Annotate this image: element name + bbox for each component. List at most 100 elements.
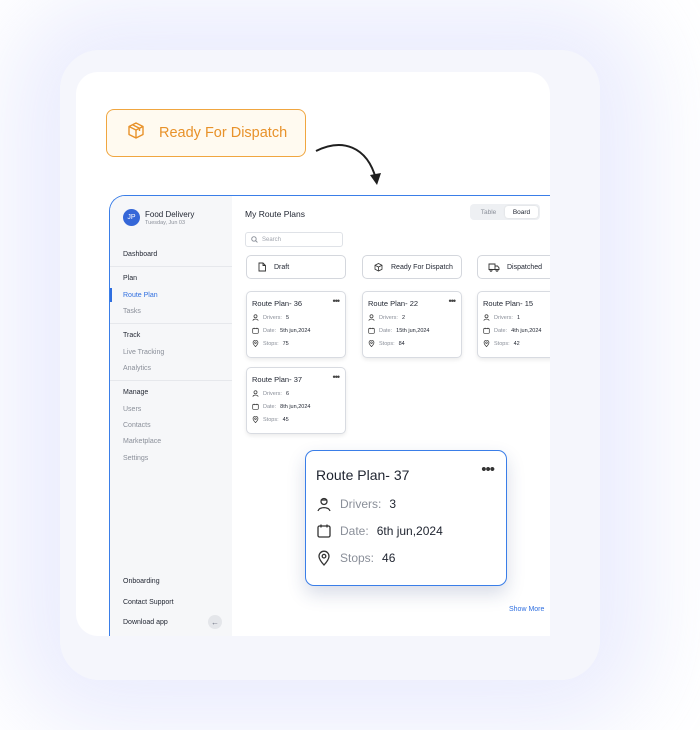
calendar-icon — [252, 327, 259, 334]
drivers-label: Drivers: — [340, 497, 382, 511]
curved-arrow-icon — [315, 144, 381, 185]
drivers-label: Drivers: — [379, 314, 398, 321]
drivers-label: Drivers: — [263, 314, 282, 321]
search-input[interactable]: Search — [245, 232, 343, 247]
drivers-value: 6 — [285, 390, 290, 397]
drivers-label: Drivers: — [263, 390, 282, 397]
calendar-icon — [252, 403, 259, 410]
drivers-value: 2 — [401, 314, 406, 321]
date-row: Date: 4th jun,2024 — [483, 327, 550, 334]
drivers-label: Drivers: — [494, 314, 513, 321]
location-pin-icon — [368, 340, 375, 347]
driver-icon — [252, 390, 259, 397]
column-label: Dispatched — [507, 263, 543, 271]
drivers-row: Drivers: 5 — [252, 314, 340, 321]
drivers-row: Drivers: 6 — [252, 390, 340, 397]
view-toggle: Table Board — [470, 204, 540, 220]
sidebar-item-analytics[interactable]: Analytics — [123, 365, 151, 372]
location-pin-icon — [252, 340, 259, 347]
drivers-value: 3 — [389, 497, 397, 511]
active-indicator — [110, 288, 112, 302]
stops-value: 45 — [282, 416, 289, 423]
search-placeholder: Search — [262, 236, 282, 243]
column-ready-for-dispatch[interactable]: Ready For Dispatch — [362, 255, 462, 279]
sidebar-item-dashboard[interactable]: Dashboard — [123, 251, 157, 258]
divider — [110, 323, 232, 324]
date-row: Date: 5th jun,2024 — [252, 327, 340, 334]
section-track: Track — [123, 332, 141, 339]
drivers-row: Drivers: 2 — [368, 314, 456, 321]
drivers-value: 1 — [516, 314, 521, 321]
drivers-row: Drivers: 3 — [316, 496, 496, 512]
sidebar-item-settings[interactable]: Settings — [123, 455, 148, 462]
more-options-icon[interactable]: ••• — [333, 296, 341, 306]
column-draft[interactable]: Draft — [246, 255, 346, 279]
sidebar: JP Food Delivery Tuesday, Jun 03 Dashboa… — [110, 196, 232, 636]
driver-icon — [368, 314, 375, 321]
column-label: Ready For Dispatch — [391, 263, 453, 271]
route-plan-card[interactable]: Route Plan- 22 ••• Drivers: 2 Date: 15th… — [362, 291, 462, 358]
org-date: Tuesday, Jun 03 — [145, 219, 186, 226]
show-more-link[interactable]: Show More — [509, 606, 544, 613]
calendar-icon — [317, 524, 331, 538]
route-plan-card[interactable]: Route Plan- 37 ••• Drivers: 6 Date: 8th … — [246, 367, 346, 434]
stops-label: Stops: — [263, 340, 279, 347]
collapse-sidebar-button[interactable]: ← — [208, 615, 222, 629]
section-manage: Manage — [123, 389, 149, 396]
stops-row: Stops: 42 — [483, 340, 550, 347]
sidebar-item-route-plan[interactable]: Route Plan — [123, 292, 158, 299]
stops-row: Stops: 84 — [368, 340, 456, 347]
sidebar-item-onboarding[interactable]: Onboarding — [123, 578, 160, 585]
date-label: Date: — [263, 403, 277, 410]
driver-icon — [252, 314, 259, 321]
stops-label: Stops: — [379, 340, 395, 347]
route-plan-card[interactable]: Route Plan- 15 Drivers: 1 Date: 4th jun,… — [477, 291, 550, 358]
sidebar-item-users[interactable]: Users — [123, 406, 141, 413]
date-value: 5th jun,2024 — [280, 327, 311, 334]
section-plan: Plan — [123, 275, 138, 282]
more-options-icon[interactable]: ••• — [449, 296, 457, 306]
arrow-left-icon: ← — [211, 617, 219, 627]
date-label: Date: — [494, 327, 508, 334]
card-title: Route Plan- 15 — [483, 299, 534, 308]
sidebar-item-marketplace[interactable]: Marketplace — [123, 438, 161, 445]
sidebar-item-tasks[interactable]: Tasks — [123, 308, 141, 315]
driver-icon — [483, 314, 490, 321]
card-title: Route Plan- 37 — [316, 467, 410, 483]
board-view-button[interactable]: Board — [505, 206, 538, 218]
stops-row: Stops: 45 — [252, 416, 340, 423]
driver-icon — [317, 497, 331, 512]
page-title: My Route Plans — [245, 209, 305, 219]
profile[interactable]: JP Food Delivery Tuesday, Jun 03 — [123, 209, 194, 226]
date-value: 6th jun,2024 — [376, 524, 443, 538]
more-options-icon[interactable]: ••• — [333, 372, 341, 382]
stops-value: 42 — [513, 340, 520, 347]
stops-label: Stops: — [263, 416, 279, 423]
location-pin-icon — [318, 550, 330, 566]
sidebar-item-contact-support[interactable]: Contact Support — [123, 599, 174, 606]
divider — [110, 266, 232, 267]
sidebar-item-download-app[interactable]: Download app — [123, 619, 168, 626]
stops-label: Stops: — [494, 340, 510, 347]
column-dispatched[interactable]: Dispatched — [477, 255, 550, 279]
table-view-button[interactable]: Table — [472, 206, 505, 218]
calendar-icon — [368, 327, 375, 334]
sidebar-item-live-tracking[interactable]: Live Tracking — [123, 349, 164, 356]
date-label: Date: — [379, 327, 393, 334]
highlighted-route-plan-card[interactable]: Route Plan- 37 ••• Drivers: 3 Date: 6th … — [305, 450, 507, 586]
stops-row: Stops: 46 — [316, 550, 496, 566]
date-row: Date: 6th jun,2024 — [316, 523, 496, 539]
truck-icon — [488, 263, 500, 272]
stops-value: 75 — [282, 340, 289, 347]
sidebar-item-contacts[interactable]: Contacts — [123, 422, 151, 429]
search-icon — [251, 236, 258, 243]
route-plan-card[interactable]: Route Plan- 36 ••• Drivers: 5 Date: 5th … — [246, 291, 346, 358]
stops-value: 84 — [398, 340, 405, 347]
date-value: 8th jun,2024 — [280, 403, 311, 410]
drivers-value: 5 — [285, 314, 290, 321]
more-options-icon[interactable]: ••• — [481, 461, 495, 478]
org-name: Food Delivery — [145, 209, 195, 219]
divider — [110, 380, 232, 381]
package-icon — [374, 262, 383, 271]
stops-label: Stops: — [340, 551, 375, 565]
